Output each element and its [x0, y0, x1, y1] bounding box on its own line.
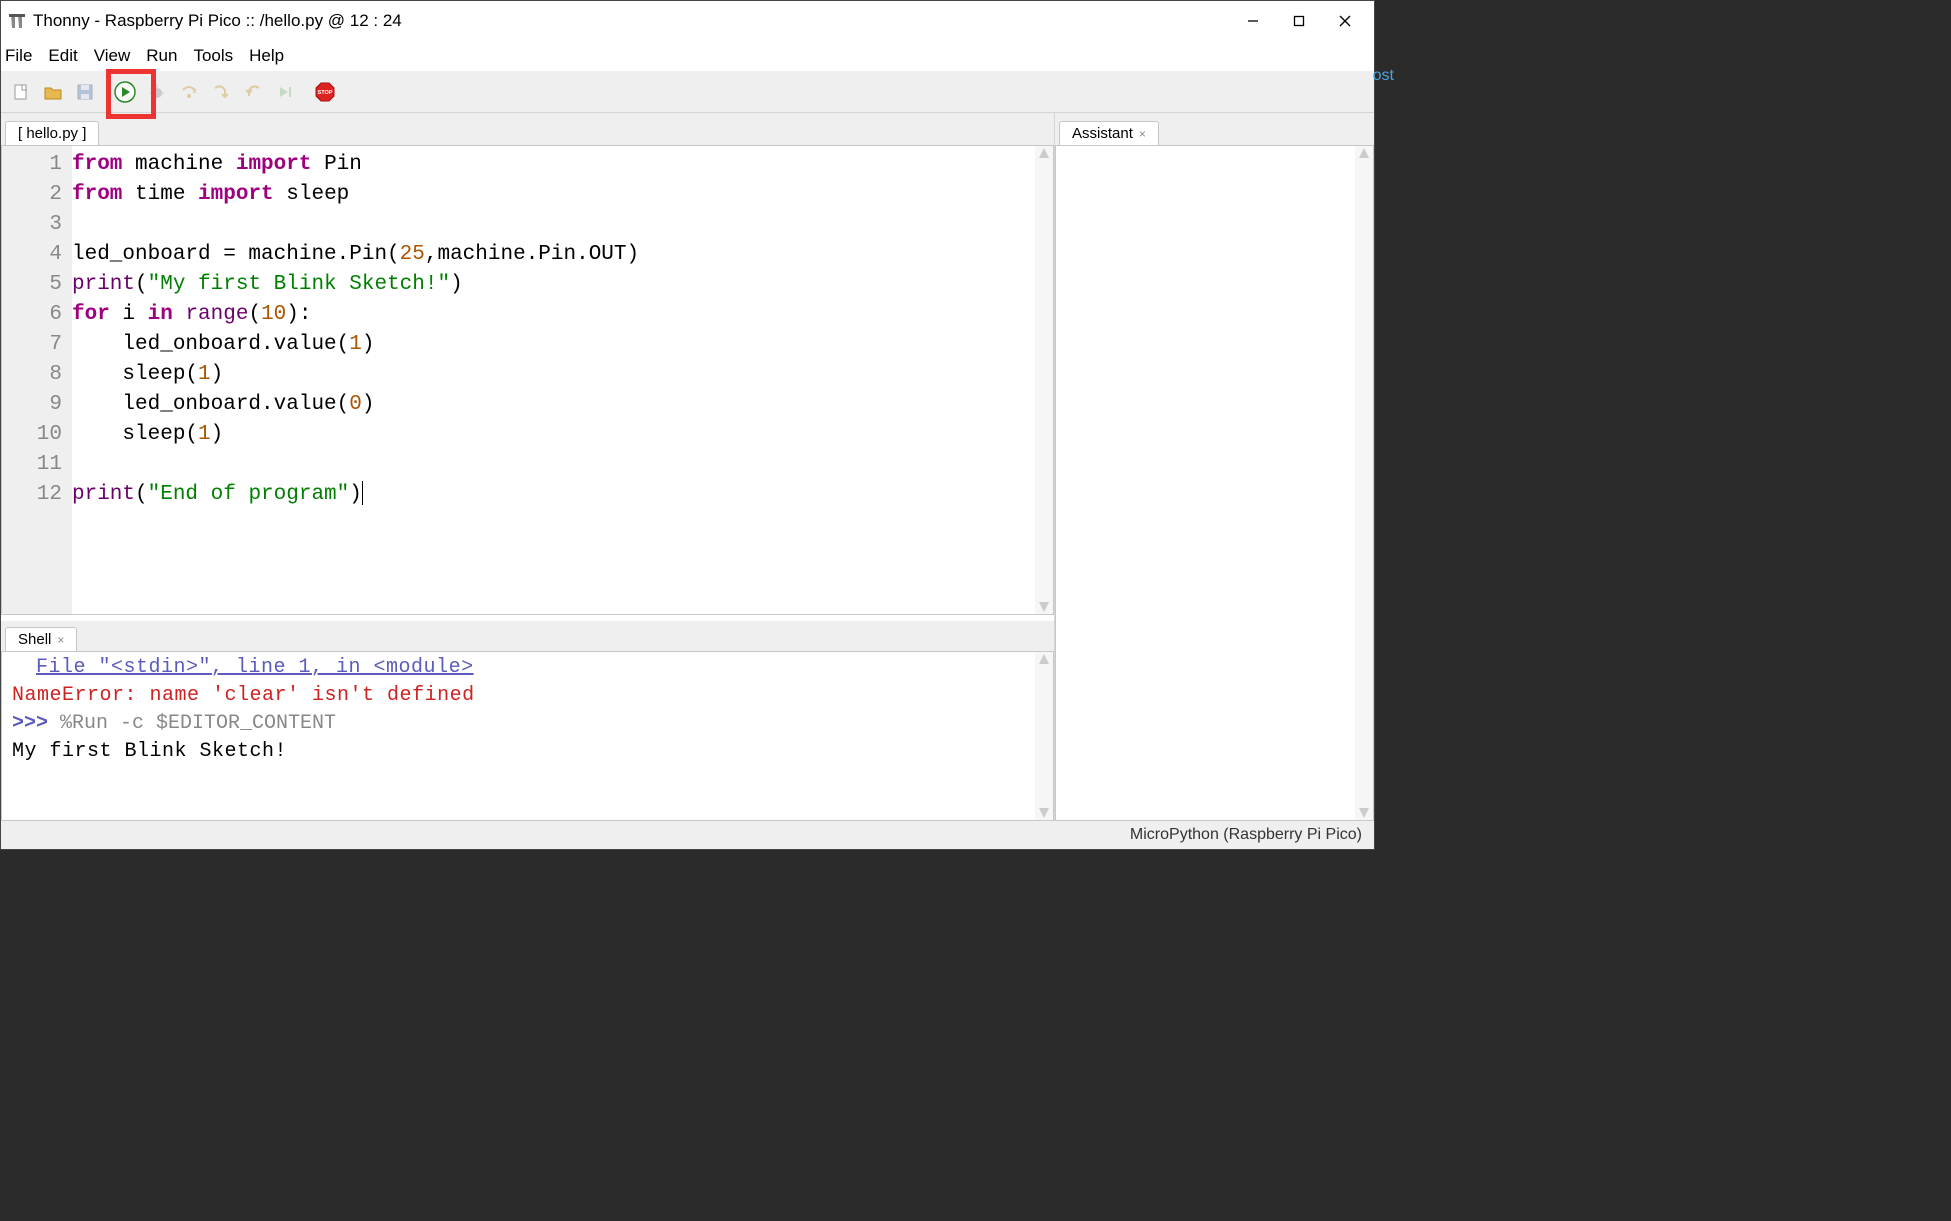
line-number: 12	[8, 480, 62, 510]
new-file-button[interactable]	[7, 78, 35, 106]
close-button[interactable]	[1322, 1, 1368, 41]
resume-button[interactable]	[271, 78, 299, 106]
shell-scrollbar[interactable]	[1035, 652, 1053, 820]
menu-edit[interactable]: Edit	[40, 44, 85, 68]
line-number: 5	[8, 270, 62, 300]
line-number: 10	[8, 420, 62, 450]
interpreter-label[interactable]: MicroPython (Raspberry Pi Pico)	[1130, 826, 1362, 844]
maximize-button[interactable]	[1276, 1, 1322, 41]
code-line[interactable]: led_onboard.value(1)	[72, 330, 1053, 360]
editor-gutter: 123456789101112	[2, 146, 72, 614]
line-number: 11	[8, 450, 62, 480]
editor-tab-label: [ hello.py ]	[18, 125, 86, 142]
editor-tab-row: [ hello.py ]	[1, 113, 1054, 145]
shell-prompt-line: >>> %Run -c $EDITOR_CONTENT	[12, 710, 1043, 738]
shell-output-line: My first Blink Sketch!	[12, 738, 1043, 766]
line-number: 6	[8, 300, 62, 330]
thonny-window: Thonny - Raspberry Pi Pico :: /hello.py …	[0, 0, 1375, 850]
code-line[interactable]: sleep(1)	[72, 420, 1053, 450]
shell-error-line: NameError: name 'clear' isn't defined	[12, 682, 1043, 710]
code-line[interactable]	[72, 210, 1053, 240]
menu-run[interactable]: Run	[138, 44, 185, 68]
left-column: [ hello.py ] 123456789101112 from machin…	[1, 113, 1054, 821]
shell-tab-label: Shell	[18, 631, 51, 648]
minimize-button[interactable]	[1230, 1, 1276, 41]
code-line[interactable]: from machine import Pin	[72, 150, 1053, 180]
save-button[interactable]	[71, 78, 99, 106]
shell-output[interactable]: File "<stdin>", line 1, in <module> Name…	[1, 651, 1054, 821]
code-editor[interactable]: 123456789101112 from machine import Pinf…	[1, 145, 1054, 615]
shell-tab-row: Shell ×	[1, 621, 1054, 651]
assistant-body	[1055, 145, 1374, 821]
line-number: 4	[8, 240, 62, 270]
assistant-scrollbar[interactable]	[1355, 146, 1373, 820]
run-button[interactable]	[111, 78, 139, 106]
close-icon[interactable]: ×	[1139, 127, 1146, 141]
thonny-app-icon	[7, 11, 27, 31]
toolbar: STOP	[1, 71, 1374, 113]
code-line[interactable]	[72, 450, 1053, 480]
shell-panel: Shell × File "<stdin>", line 1, in <modu…	[1, 621, 1054, 821]
window-title: Thonny - Raspberry Pi Pico :: /hello.py …	[33, 11, 1230, 31]
debug-button[interactable]	[143, 78, 171, 106]
menu-file[interactable]: File	[1, 44, 40, 68]
line-number: 3	[8, 210, 62, 240]
assistant-tab-label: Assistant	[1072, 125, 1133, 142]
code-line[interactable]: from time import sleep	[72, 180, 1053, 210]
shell-prompt: >>>	[12, 712, 60, 735]
code-line[interactable]: for i in range(10):	[72, 300, 1053, 330]
shell-tab[interactable]: Shell ×	[5, 627, 77, 651]
code-line[interactable]: print("End of program")	[72, 480, 1053, 510]
shell-traceback-line: File "<stdin>", line 1, in <module>	[12, 654, 1043, 682]
menu-help[interactable]: Help	[241, 44, 292, 68]
workspace: [ hello.py ] 123456789101112 from machin…	[1, 113, 1374, 821]
assistant-panel: Assistant ×	[1054, 113, 1374, 821]
shell-command: %Run -c $EDITOR_CONTENT	[60, 712, 336, 735]
code-line[interactable]: print("My first Blink Sketch!")	[72, 270, 1053, 300]
line-number: 1	[8, 150, 62, 180]
menu-view[interactable]: View	[86, 44, 139, 68]
editor-scrollbar[interactable]	[1035, 146, 1053, 614]
code-line[interactable]: led_onboard = machine.Pin(25,machine.Pin…	[72, 240, 1053, 270]
svg-text:STOP: STOP	[318, 90, 333, 96]
line-number: 8	[8, 360, 62, 390]
step-over-button[interactable]	[175, 78, 203, 106]
assistant-tab-row: Assistant ×	[1055, 113, 1374, 145]
line-number: 2	[8, 180, 62, 210]
editor-tab-hello[interactable]: [ hello.py ]	[5, 121, 99, 145]
menu-tools[interactable]: Tools	[185, 44, 241, 68]
step-into-button[interactable]	[207, 78, 235, 106]
title-bar: Thonny - Raspberry Pi Pico :: /hello.py …	[1, 1, 1374, 41]
open-file-button[interactable]	[39, 78, 67, 106]
line-number: 7	[8, 330, 62, 360]
status-bar: MicroPython (Raspberry Pi Pico)	[1, 821, 1374, 849]
menu-bar: File Edit View Run Tools Help	[1, 41, 1374, 71]
assistant-tab[interactable]: Assistant ×	[1059, 121, 1159, 145]
window-controls	[1230, 1, 1368, 41]
close-icon[interactable]: ×	[57, 633, 64, 647]
background-fragment: ost	[1373, 67, 1394, 85]
code-line[interactable]: sleep(1)	[72, 360, 1053, 390]
stop-button[interactable]: STOP	[311, 78, 339, 106]
code-line[interactable]: led_onboard.value(0)	[72, 390, 1053, 420]
step-out-button[interactable]	[239, 78, 267, 106]
line-number: 9	[8, 390, 62, 420]
editor-code-area[interactable]: from machine import Pinfrom time import …	[72, 146, 1053, 614]
